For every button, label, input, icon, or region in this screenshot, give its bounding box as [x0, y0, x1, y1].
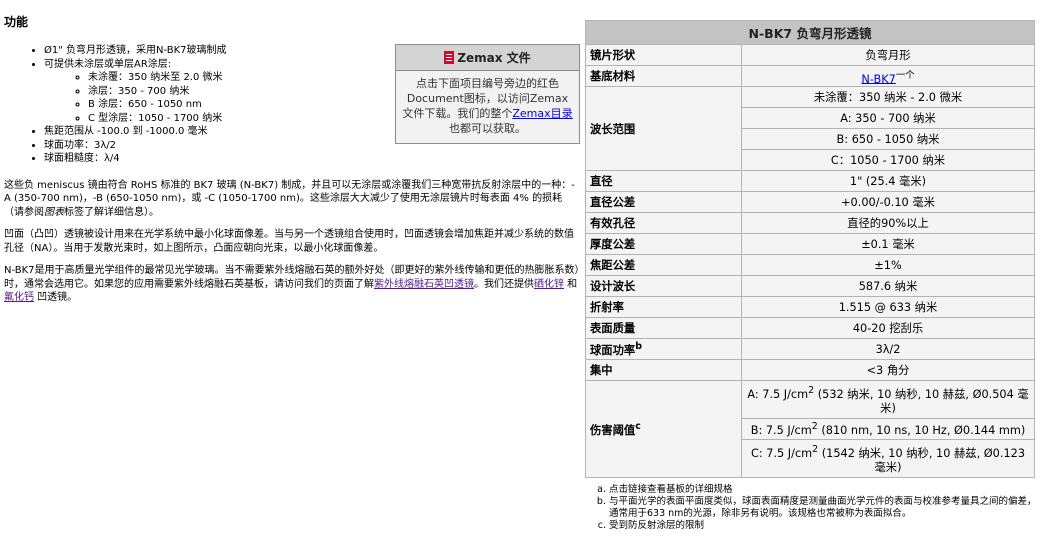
spec-value: B: 650 - 1050 纳米: [741, 128, 1035, 150]
spec-table-title: N-BK7 负弯月形透镜: [585, 20, 1035, 45]
uv-fused-silica-link[interactable]: 紫外线熔融石英凹透镜: [374, 279, 474, 290]
spec-row: 折射率 1.515 @ 633 纳米: [585, 296, 1035, 318]
spec-label: 表面质量: [585, 317, 742, 339]
coating-item: 涂层：350 - 700 纳米: [88, 85, 364, 99]
footnote-marker: 一个: [895, 69, 915, 81]
spec-label: 波长范围: [585, 86, 742, 171]
spec-value-text: C: 7.5 J/cm: [750, 446, 813, 460]
footnote-marker: c: [635, 420, 641, 432]
spec-row: 波长范围 未涂覆：350 纳米 - 2.0 微米: [585, 86, 1035, 171]
footnote-item: 与平面光学的表面平面度类似，球面表面精度是测量曲面光学元件的表面与校准参考量具之…: [609, 496, 1037, 520]
spec-value: 直径的90%以上: [741, 212, 1035, 234]
spec-label: 伤害阈值c: [585, 380, 742, 478]
feature-item: 球面功率：3λ/2: [44, 139, 364, 153]
spec-row: 伤害阈值c A: 7.5 J/cm2 (532 纳米, 10 纳秒, 10 赫兹…: [585, 380, 1035, 478]
spec-row: 镜片形状 负弯月形: [585, 44, 1035, 66]
spec-label: 折射率: [585, 296, 742, 318]
coating-item: C 型涂层：1050 - 1700 纳米: [88, 112, 364, 126]
features-list: Ø1" 负弯月形透镜，采用N-BK7玻璃制成 可提供未涂层或单层AR涂层: 未涂…: [4, 44, 364, 166]
spec-row: 设计波长 587.6 纳米: [585, 275, 1035, 297]
spec-row: 厚度公差 ±0.1 毫米: [585, 233, 1035, 255]
coating-list: 未涂覆：350 纳米至 2.0 微米 涂层：350 - 700 纳米 B 涂层：…: [44, 71, 364, 125]
paragraph-text: 标签了解详细信息）。: [64, 206, 159, 218]
spec-label: 集中: [585, 359, 742, 381]
footnote-marker: b: [635, 340, 642, 352]
spec-value: 3λ/2: [741, 338, 1035, 360]
spec-value: A: 350 - 700 纳米: [741, 107, 1035, 129]
spec-value-text: A: 7.5 J/cm: [747, 387, 809, 401]
spec-value: N-BK7一个: [741, 65, 1035, 87]
spec-row: 有效孔径 直径的90%以上: [585, 212, 1035, 234]
spec-value: C：1050 - 1700 纳米: [741, 149, 1035, 171]
spec-label: 基底材料: [585, 65, 742, 87]
spec-label: 厚度公差: [585, 233, 742, 255]
spec-value-text: (810 nm, 10 ns, 10 Hz, Ø0.144 mm): [817, 423, 1026, 437]
zemax-box-header: Zemax 文件: [396, 45, 579, 71]
spec-value: B: 7.5 J/cm2 (810 nm, 10 ns, 10 Hz, Ø0.1…: [741, 418, 1035, 440]
spec-value: 1" (25.4 毫米): [741, 170, 1035, 192]
spec-table: N-BK7 负弯月形透镜 镜片形状 负弯月形 基底材料 N-BK7一个 波长范围…: [585, 20, 1035, 478]
zemax-box-body: 点击下面项目编号旁边的红色 Document图标，以访问Zemax文件下载。我们…: [396, 71, 579, 136]
spec-value: ±1%: [741, 254, 1035, 276]
spec-row: 基底材料 N-BK7一个: [585, 65, 1035, 87]
spec-value-text: (1542 纳米, 10 纳秒, 10 赫兹, Ø0.123 毫米): [818, 446, 1026, 475]
feature-item: Ø1" 负弯月形透镜，采用N-BK7玻璃制成: [44, 44, 364, 58]
spec-value: 1.515 @ 633 纳米: [741, 296, 1035, 318]
spec-value: 587.6 纳米: [741, 275, 1035, 297]
coating-item: B 涂层：650 - 1050 nm: [88, 98, 364, 112]
red-document-icon: [444, 51, 455, 64]
spec-value: 40-20 挖刮乐: [741, 317, 1035, 339]
spec-value: 未涂覆：350 纳米 - 2.0 微米: [741, 86, 1035, 108]
spec-row: 表面质量 40-20 挖刮乐: [585, 317, 1035, 339]
feature-item-label: 可提供未涂层或单层AR涂层:: [44, 58, 172, 70]
n-bk7-link[interactable]: N-BK7: [861, 72, 895, 85]
spec-label: 有效孔径: [585, 212, 742, 234]
material-paragraph: N-BK7是用于高质量光学组件的最常见光学玻璃。当不需要紫外线熔融石英的额外好处…: [4, 264, 580, 305]
zemax-box-title: Zemax 文件: [457, 51, 531, 65]
feature-item: 球面粗糙度：λ/4: [44, 152, 364, 166]
spec-label: 球面功率b: [585, 338, 742, 360]
spec-value: <3 角分: [741, 359, 1035, 381]
graph-tab-reference: 图表: [44, 206, 64, 218]
paragraph-text: 。我们还提供: [474, 278, 534, 290]
footnote-item: 点击链接查看基板的详细规格: [609, 484, 1037, 496]
aberration-paragraph: 凹面（凸凹）透镜被设计用来在光学系统中最小化球面像差。当与另一个透镜组合使用时，…: [4, 229, 574, 254]
spec-label: 直径公差: [585, 191, 742, 213]
spec-value-text: (532 纳米, 10 纳秒, 10 赫兹, Ø0.504 毫米): [814, 387, 1029, 416]
description-paragraph: 这些负 meniscus 镜由符合 RoHS 标准的 BK7 玻璃 (N-BK7…: [4, 179, 580, 220]
zemax-box-text: 也都可以获取。: [449, 122, 526, 135]
spec-value: +0.00/-0.10 毫米: [741, 191, 1035, 213]
coating-item: 未涂覆：350 纳米至 2.0 微米: [88, 71, 364, 85]
zemax-file-box: Zemax 文件 点击下面项目编号旁边的红色 Document图标，以访问Zem…: [395, 44, 580, 144]
spec-label: 设计波长: [585, 275, 742, 297]
feature-item: 可提供未涂层或单层AR涂层: 未涂覆：350 纳米至 2.0 微米 涂层：350…: [44, 58, 364, 126]
paragraph-text: 凹透镜。: [34, 292, 78, 303]
spec-value: ±0.1 毫米: [741, 233, 1035, 255]
spec-row: 直径公差 +0.00/-0.10 毫米: [585, 191, 1035, 213]
spec-row: 焦距公差 ±1%: [585, 254, 1035, 276]
paragraph-text: 和: [564, 278, 578, 290]
spec-label: 镜片形状: [585, 44, 742, 66]
footnote-item: 受到防反射涂层的限制: [609, 520, 1037, 532]
zemax-catalog-link[interactable]: Zemax目录: [512, 107, 572, 120]
spec-label: 焦距公差: [585, 254, 742, 276]
spec-value: 负弯月形: [741, 44, 1035, 66]
spec-row: 直径 1" (25.4 毫米): [585, 170, 1035, 192]
spec-label-text: 球面功率: [590, 343, 636, 357]
feature-item: 焦距范围从 -100.0 到 -1000.0 毫米: [44, 125, 364, 139]
footnotes: 点击链接查看基板的详细规格 与平面光学的表面平面度类似，球面表面精度是测量曲面光…: [597, 484, 1037, 532]
spec-value: C: 7.5 J/cm2 (1542 纳米, 10 纳秒, 10 赫兹, Ø0.…: [741, 439, 1035, 478]
caf2-link[interactable]: 氟化钙: [4, 292, 34, 303]
spec-row: 球面功率b 3λ/2: [585, 338, 1035, 360]
spec-value: A: 7.5 J/cm2 (532 纳米, 10 纳秒, 10 赫兹, Ø0.5…: [741, 380, 1035, 419]
spec-label: 直径: [585, 170, 742, 192]
znse-link[interactable]: 硒化锌: [534, 279, 564, 290]
spec-label-text: 伤害阈值: [590, 423, 636, 437]
spec-row: 集中 <3 角分: [585, 359, 1035, 381]
features-heading: 功能: [4, 15, 29, 29]
spec-value-text: B: 7.5 J/cm: [750, 423, 812, 437]
